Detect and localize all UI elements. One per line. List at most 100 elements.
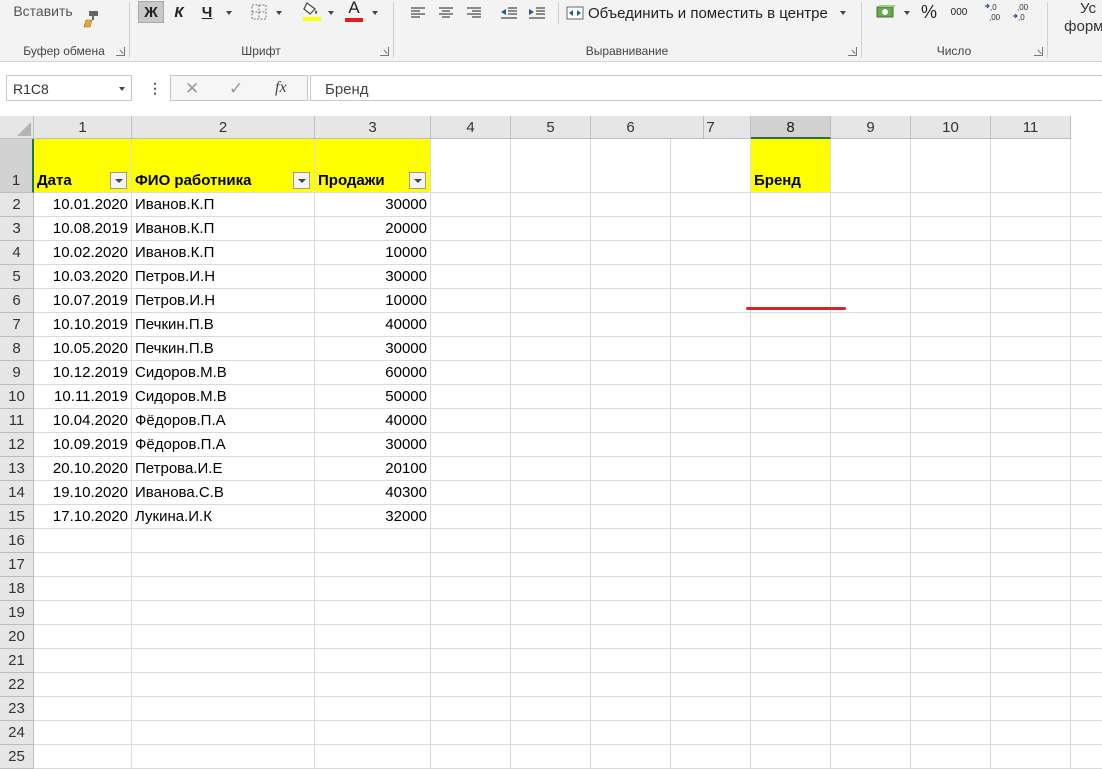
- cell[interactable]: [671, 553, 751, 577]
- cell[interactable]: [34, 673, 132, 697]
- filter-dropdown-icon[interactable]: [409, 172, 426, 189]
- row-header-25[interactable]: 25: [0, 745, 34, 769]
- date-cell[interactable]: 10.02.2020: [34, 241, 132, 265]
- column-header-overflow[interactable]: [664, 116, 704, 139]
- cell[interactable]: [831, 553, 911, 577]
- cell[interactable]: [911, 313, 991, 337]
- cell[interactable]: [511, 601, 591, 625]
- cell[interactable]: [1071, 745, 1102, 769]
- cell[interactable]: [831, 625, 911, 649]
- cell[interactable]: [991, 697, 1071, 721]
- employee-cell[interactable]: Печкин.П.В: [132, 313, 315, 337]
- row-header-3[interactable]: 3: [0, 217, 34, 241]
- cell[interactable]: [431, 697, 511, 721]
- cell[interactable]: [991, 529, 1071, 553]
- cell[interactable]: [1071, 625, 1102, 649]
- cell[interactable]: [751, 409, 831, 433]
- cell[interactable]: [751, 745, 831, 769]
- cell[interactable]: [34, 553, 132, 577]
- cell[interactable]: [34, 577, 132, 601]
- cell[interactable]: [431, 625, 511, 649]
- cell[interactable]: [831, 673, 911, 697]
- cell[interactable]: [831, 601, 911, 625]
- cell[interactable]: [751, 601, 831, 625]
- cell[interactable]: [751, 697, 831, 721]
- row-header-8[interactable]: 8: [0, 337, 34, 361]
- date-cell[interactable]: 10.10.2019: [34, 313, 132, 337]
- paste-button[interactable]: Вставить: [8, 0, 78, 22]
- cell[interactable]: [1071, 193, 1102, 217]
- cell[interactable]: [911, 553, 991, 577]
- cell[interactable]: [511, 697, 591, 721]
- cell[interactable]: [991, 139, 1071, 193]
- cell[interactable]: [431, 505, 511, 529]
- cell[interactable]: [1071, 457, 1102, 481]
- cell[interactable]: [132, 577, 315, 601]
- font-launcher-icon[interactable]: [380, 47, 389, 56]
- cell[interactable]: [511, 337, 591, 361]
- cell[interactable]: [671, 457, 751, 481]
- cell[interactable]: [315, 649, 431, 673]
- sales-cell[interactable]: 20100: [315, 457, 431, 481]
- cell[interactable]: [911, 433, 991, 457]
- cell[interactable]: [511, 217, 591, 241]
- font-color-dropdown-icon[interactable]: [372, 11, 378, 15]
- cell[interactable]: [671, 139, 751, 193]
- cell[interactable]: [34, 529, 132, 553]
- cell[interactable]: [431, 529, 511, 553]
- cell[interactable]: [751, 265, 831, 289]
- cell[interactable]: [991, 457, 1071, 481]
- cell[interactable]: [591, 673, 671, 697]
- cell[interactable]: [751, 241, 831, 265]
- cell[interactable]: [1071, 265, 1102, 289]
- cell[interactable]: [751, 217, 831, 241]
- row-header-17[interactable]: 17: [0, 553, 34, 577]
- cell[interactable]: [511, 553, 591, 577]
- cell[interactable]: [431, 385, 511, 409]
- cell[interactable]: [991, 361, 1071, 385]
- alignment-launcher-icon[interactable]: [848, 47, 857, 56]
- cell[interactable]: [911, 139, 991, 193]
- cell[interactable]: [831, 337, 911, 361]
- cell[interactable]: [315, 529, 431, 553]
- cell[interactable]: [911, 529, 991, 553]
- sales-cell[interactable]: 60000: [315, 361, 431, 385]
- cell[interactable]: [1071, 313, 1102, 337]
- cell[interactable]: [431, 313, 511, 337]
- cell[interactable]: [591, 337, 671, 361]
- row-header-5[interactable]: 5: [0, 265, 34, 289]
- cell[interactable]: [911, 289, 991, 313]
- cell[interactable]: [591, 409, 671, 433]
- cell[interactable]: [831, 481, 911, 505]
- underline-button[interactable]: Ч: [196, 1, 218, 23]
- cell[interactable]: [671, 673, 751, 697]
- cell[interactable]: [671, 721, 751, 745]
- cell[interactable]: [1071, 139, 1102, 193]
- cell[interactable]: [511, 721, 591, 745]
- cell[interactable]: [991, 673, 1071, 697]
- column-header-3[interactable]: 3: [315, 116, 431, 139]
- cell[interactable]: [751, 457, 831, 481]
- cell[interactable]: [34, 649, 132, 673]
- cell[interactable]: [991, 337, 1071, 361]
- cell[interactable]: [591, 139, 671, 193]
- cell[interactable]: [751, 721, 831, 745]
- cell[interactable]: [315, 625, 431, 649]
- cell[interactable]: [591, 721, 671, 745]
- cell[interactable]: [132, 673, 315, 697]
- cell[interactable]: [911, 241, 991, 265]
- date-cell[interactable]: 10.07.2019: [34, 289, 132, 313]
- row-header-11[interactable]: 11: [0, 409, 34, 433]
- cell[interactable]: [34, 721, 132, 745]
- row-header-21[interactable]: 21: [0, 649, 34, 673]
- sales-cell[interactable]: 40300: [315, 481, 431, 505]
- cell[interactable]: [671, 601, 751, 625]
- cell[interactable]: [431, 265, 511, 289]
- cell[interactable]: [431, 481, 511, 505]
- cell[interactable]: [831, 385, 911, 409]
- sales-cell[interactable]: 30000: [315, 433, 431, 457]
- cell[interactable]: [511, 409, 591, 433]
- cell[interactable]: [671, 409, 751, 433]
- column-header-11[interactable]: 11: [991, 116, 1071, 139]
- cell[interactable]: [911, 577, 991, 601]
